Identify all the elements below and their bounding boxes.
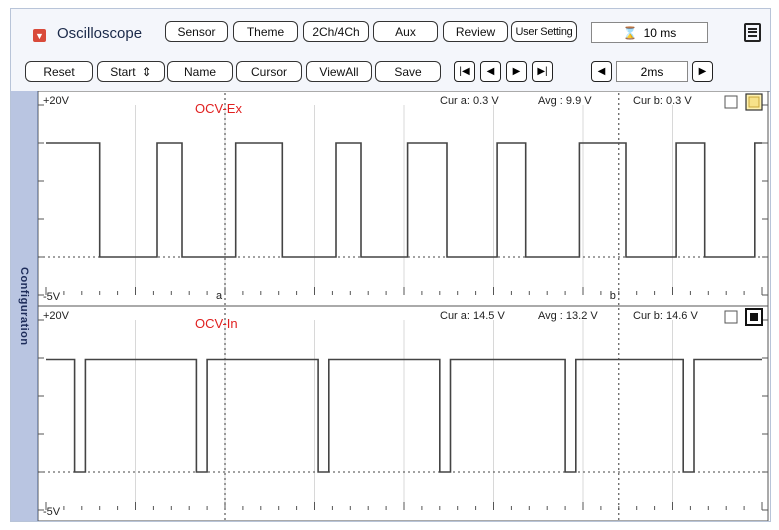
channel-visibility-checkbox[interactable] [724, 95, 738, 109]
record-time-display[interactable]: ⌛ 10 ms [591, 22, 708, 43]
nav-last-button[interactable]: ▶| [532, 61, 553, 82]
cursor-button[interactable]: Cursor [236, 61, 302, 82]
plot-border [38, 305, 769, 521]
timebase-increase-button[interactable]: ▶ [692, 61, 713, 82]
channels-button[interactable]: 2Ch/4Ch [303, 21, 369, 42]
channel-color-swatch-inner [748, 96, 760, 108]
channel-name-label: OCV-In [195, 316, 238, 331]
start-stepper-icon: ⇕ [141, 64, 152, 79]
timebase-display: 2ms [616, 61, 688, 82]
nav-first-button[interactable]: |◀ [454, 61, 475, 82]
channel-2-plot[interactable]: +20V -5V OCV-In Cur a: 14.5 V Avg : 13.2 V Cu… [38, 305, 769, 521]
sensor-button[interactable]: Sensor [165, 21, 228, 42]
user-setting-button[interactable]: User Setting [511, 21, 577, 42]
theme-button[interactable]: Theme [233, 21, 298, 42]
aux-button[interactable]: Aux [373, 21, 438, 42]
cursor-a-label: a [216, 290, 223, 302]
app-title: Oscilloscope [57, 25, 143, 42]
waveform-plots[interactable]: a b +20V -5V OCV-Ex Cur a: 0.3 V Avg : 9.9 V Cu… [38, 91, 770, 521]
nav-prev-button[interactable]: ◀ [480, 61, 501, 82]
channel-color-swatch-inner [750, 313, 758, 321]
y-min-label: -5V [43, 291, 61, 303]
nav-next-button[interactable]: ▶ [506, 61, 527, 82]
average-readout: Avg : 9.9 V [538, 95, 592, 107]
plot-border [38, 91, 769, 307]
viewall-button[interactable]: ViewAll [306, 61, 372, 82]
cursor-a-readout: Cur a: 14.5 V [440, 310, 505, 322]
name-button[interactable]: Name [167, 61, 233, 82]
reset-button[interactable]: Reset [25, 61, 93, 82]
average-readout: Avg : 13.2 V [538, 310, 598, 322]
channel-1-plot[interactable]: a b +20V -5V OCV-Ex Cur a: 0.3 V Avg : 9.9 V Cu… [38, 91, 769, 307]
y-max-label: +20V [43, 95, 70, 107]
y-min-label: -5V [43, 506, 61, 518]
dropdown-arrow-icon[interactable]: ▼ [33, 29, 46, 42]
timebase-decrease-button[interactable]: ◀ [591, 61, 612, 82]
hourglass-icon: ⌛ [622, 25, 638, 40]
save-button[interactable]: Save [375, 61, 441, 82]
start-button[interactable]: Start ⇕ [97, 61, 165, 82]
configuration-tab[interactable]: Configuration [11, 91, 38, 521]
cursor-a-readout: Cur a: 0.3 V [440, 95, 499, 107]
oscilloscope-window: ▼ Oscilloscope Sensor Theme 2Ch/4Ch Aux … [10, 8, 771, 522]
cursor-b-readout: Cur b: 14.6 V [633, 310, 698, 322]
cursor-b-readout: Cur b: 0.3 V [633, 95, 692, 107]
record-time-value: 10 ms [643, 25, 677, 40]
cursor-b-label: b [610, 290, 616, 302]
menu-icon[interactable] [744, 23, 761, 42]
channel-visibility-checkbox[interactable] [724, 310, 738, 324]
configuration-label: Configuration [18, 266, 30, 346]
toolbar: ▼ Oscilloscope Sensor Theme 2Ch/4Ch Aux … [11, 9, 770, 92]
y-max-label: +20V [43, 310, 70, 322]
review-button[interactable]: Review [443, 21, 508, 42]
start-label: Start [110, 64, 136, 79]
channel-name-label: OCV-Ex [195, 101, 242, 116]
